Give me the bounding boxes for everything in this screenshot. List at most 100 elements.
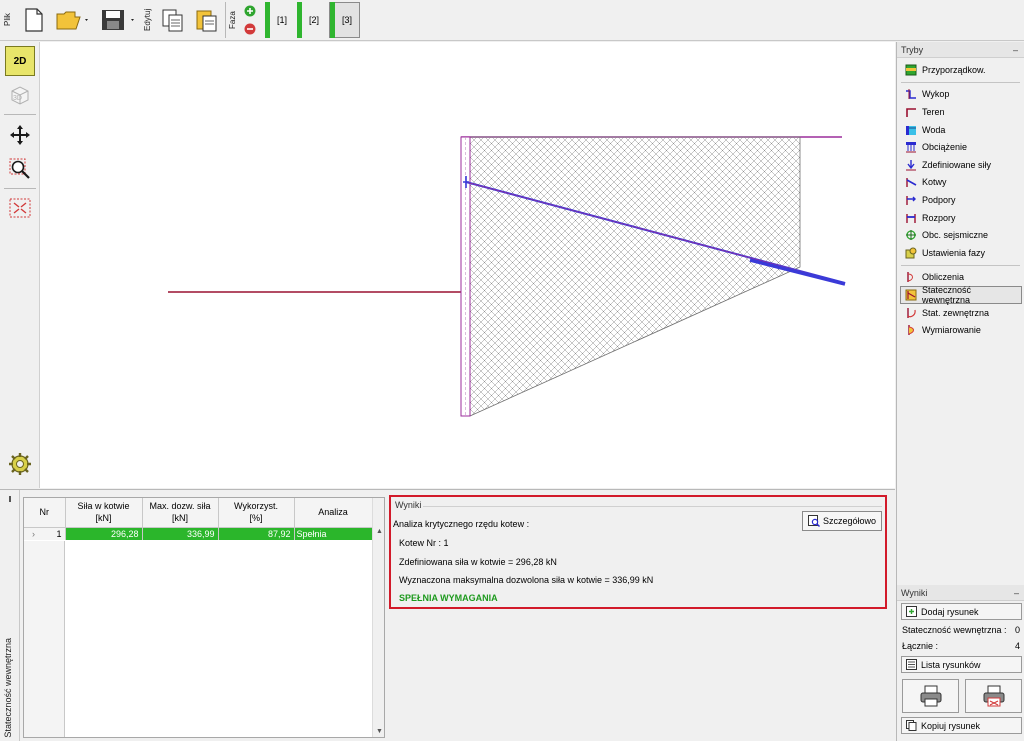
table-scrollbar[interactable]: ▲ ▼ [372, 498, 384, 737]
modes-separator [901, 264, 1020, 266]
mode-podpory[interactable]: Podpory [897, 191, 1024, 209]
mode-obciazenie[interactable]: Obciążenie [897, 138, 1024, 156]
mode-stat-zewnetrzna[interactable]: Stat. zewnętrzna [897, 304, 1024, 322]
new-file-button[interactable] [20, 4, 48, 36]
column-header-force[interactable]: Siła w kotwie [kN] [65, 498, 143, 528]
mode-label: Przyporządkow. [922, 64, 986, 75]
max-force-cell[interactable]: 336,99 [142, 527, 219, 540]
drawing-list-button[interactable]: Lista rysunków [901, 656, 1022, 673]
analysis-cell[interactable]: Spełnia [294, 527, 373, 540]
phase-tab-label: [3] [342, 15, 353, 25]
print-preview-button[interactable] [965, 679, 1022, 713]
results-section: Wyniki – Dodaj rysunek Stateczność wewnę… [897, 585, 1024, 736]
modes-panel: Tryby – Przyporządkow. Wykop Teren Woda … [896, 42, 1024, 741]
strut-icon [906, 213, 916, 223]
scroll-down-icon[interactable]: ▼ [376, 728, 383, 735]
save-disk-icon [102, 10, 134, 30]
paste-data-button[interactable] [193, 4, 221, 36]
open-file-button[interactable] [54, 4, 90, 36]
print-preview-icon [983, 685, 1004, 707]
row-number-cell: › 1 [24, 527, 66, 540]
results-box: Wyniki Analiza krytycznego rzędu kotew :… [389, 495, 887, 609]
tool-separator [4, 188, 36, 189]
force-cell[interactable]: 296,28 [65, 527, 143, 540]
phase-tab-2[interactable]: [2] [297, 2, 327, 38]
drawing-list-label: Lista rysunków [921, 659, 981, 670]
anchor-icon [906, 178, 917, 188]
external-stability-icon [907, 307, 916, 318]
pin-icon[interactable] [9, 496, 11, 502]
results-heading: Analiza krytycznego rzędu kotew : [393, 519, 530, 529]
drawing-canvas[interactable] [40, 42, 895, 488]
add-phase-button[interactable] [242, 3, 258, 19]
phase-tab-1[interactable]: [1] [265, 2, 295, 38]
collapse-icon[interactable]: – [1013, 42, 1018, 57]
view-2d-button[interactable]: 2D [5, 46, 35, 76]
zoom-extents-icon [9, 198, 31, 218]
mode-kotwy[interactable]: Kotwy [897, 174, 1024, 192]
mode-label: Zdefiniowane siły [922, 159, 992, 170]
mode-label: Woda [922, 124, 946, 135]
copy-icon [162, 9, 183, 32]
collapse-icon[interactable]: – [1014, 585, 1019, 600]
zoom-extents-button[interactable] [5, 193, 35, 223]
copy-drawing-icon [906, 720, 917, 731]
copy-data-button[interactable] [159, 4, 187, 36]
seismic-icon [906, 230, 916, 241]
mode-obliczenia[interactable]: Obliczenia [897, 269, 1024, 287]
column-header-nr[interactable]: Nr [24, 498, 66, 528]
row-header-column [24, 541, 65, 737]
bottom-panel-tab[interactable]: Stateczność wewnętrzna [0, 490, 20, 741]
mode-teren[interactable]: Teren [897, 103, 1024, 121]
new-file-icon [25, 8, 43, 32]
modes-title: Tryby [901, 45, 924, 55]
mode-label: Podpory [922, 194, 956, 205]
mode-rozpory[interactable]: Rozpory [897, 209, 1024, 227]
mode-przyporzadkowanie[interactable]: Przyporządkow. [897, 61, 1024, 79]
svg-text:3D: 3D [13, 95, 22, 102]
mode-wykop[interactable]: Wykop [897, 86, 1024, 104]
view-2d-label: 2D [13, 55, 27, 67]
save-file-button[interactable] [98, 4, 138, 36]
mode-woda[interactable]: Woda [897, 121, 1024, 139]
column-header-analysis[interactable]: Analiza [294, 498, 373, 528]
mode-statecznosc-wewnetrzna[interactable]: Stateczność wewnętrzna [900, 285, 1022, 305]
view-3d-button[interactable]: 3D [5, 80, 35, 110]
table-row[interactable]: › 1 296,28 336,99 87,92 Spełnia [24, 527, 373, 540]
anchor-results-table: Nr Siła w kotwie [kN] Max. dozw. siła [kN]… [23, 497, 385, 738]
bottom-panel: Stateczność wewnętrzna Nr Siła w kotwie[… [0, 489, 895, 741]
mode-label: Wykop [922, 89, 950, 100]
phase-tab-label: [1] [277, 15, 288, 25]
add-drawing-icon [906, 606, 917, 617]
print-button[interactable] [902, 679, 959, 713]
mode-ustawienia-fazy[interactable]: Ustawienia fazy [897, 244, 1024, 262]
detail-button[interactable]: Szczegółowo [802, 511, 882, 531]
remove-phase-button[interactable] [242, 21, 258, 37]
modes-header: Tryby – [897, 42, 1024, 58]
copy-drawing-label: Kopiuj rysunek [921, 720, 981, 731]
internal-stability-icon [905, 289, 917, 301]
model-drawing [168, 136, 846, 417]
column-header-max-force[interactable]: Max. dozw. siła [kN] [142, 498, 219, 528]
tool-separator [4, 114, 36, 115]
phase-tab-3[interactable]: [3] [329, 2, 360, 38]
zoom-window-button[interactable] [5, 154, 35, 184]
column-header-utilization[interactable]: Wykorzyst. [%] [218, 498, 295, 528]
dimensioning-icon [908, 325, 914, 336]
mode-obc-sejsmiczne[interactable]: Obc. sejsmiczne [897, 226, 1024, 244]
print-buttons-row [902, 679, 1022, 713]
utilization-cell[interactable]: 87,92 [218, 527, 295, 540]
count-value: 0 [1014, 625, 1020, 635]
copy-drawing-button[interactable]: Kopiuj rysunek [901, 717, 1022, 734]
verdict-text: SPEŁNIA WYMAGANIA [399, 593, 498, 603]
add-drawing-button[interactable]: Dodaj rysunek [901, 603, 1022, 620]
main-toolbar: Plik Edytuj Faza [1] [2] [3] [0, 0, 1024, 41]
app-window: Plik Edytuj Faza [1] [2] [3] 2D 3D Tryby… [0, 0, 1024, 741]
pan-button[interactable] [5, 120, 35, 150]
scroll-up-icon[interactable]: ▲ [376, 528, 383, 535]
details-icon [807, 515, 820, 527]
mode-zdefiniowane-sily[interactable]: Zdefiniowane siły [897, 156, 1024, 174]
settings-button[interactable] [5, 449, 35, 479]
water-icon [906, 125, 916, 135]
mode-wymiarowanie[interactable]: Wymiarowanie [897, 321, 1024, 339]
